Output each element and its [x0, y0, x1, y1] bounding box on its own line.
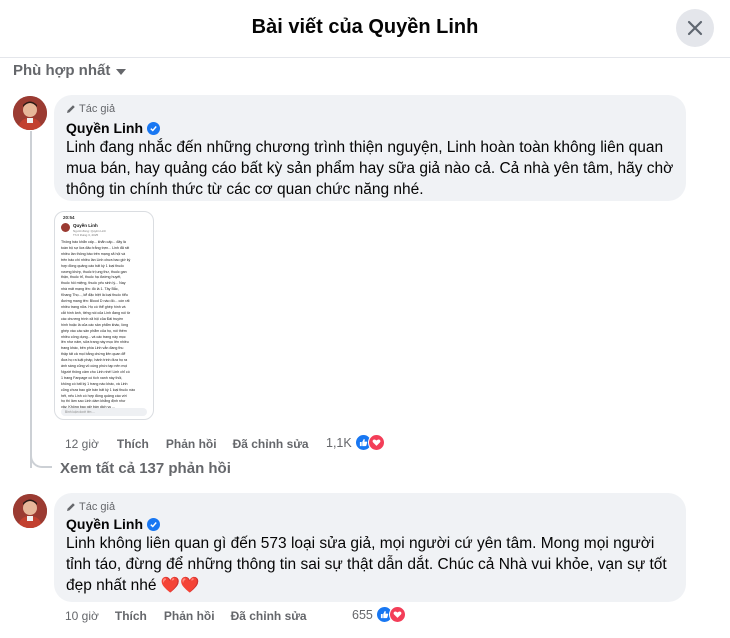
pencil-icon [67, 503, 75, 511]
verified-badge-icon [147, 517, 160, 531]
author-tag: Tác giả [66, 103, 115, 115]
reaction-count: 655 [352, 607, 373, 622]
comment-line: thông tin chính thức từ các cơ quan chức… [66, 181, 424, 198]
author-tag-label: Tác giả [79, 103, 116, 115]
verified-badge-icon [147, 121, 160, 135]
close-icon [687, 20, 703, 36]
comment-actions: 12 giờ Thích Phản hồi Đã chỉnh sửa [65, 437, 309, 451]
comment-actions: 10 giờ Thích Phản hồi Đã chỉnh sửa [65, 609, 307, 623]
edited-label[interactable]: Đã chỉnh sửa [233, 437, 309, 451]
like-button[interactable]: Thích [117, 437, 149, 451]
avatar[interactable] [13, 96, 47, 130]
reaction-summary[interactable]: 655 [352, 606, 406, 623]
comment-bubble: Tác giả Quyền Linh Linh đang nhắc đến nh… [54, 95, 686, 201]
reaction-count: 1,1K [326, 435, 352, 450]
reply-button[interactable]: Phản hồi [166, 437, 217, 451]
author-tag: Tác giả [66, 501, 115, 513]
heart-icon [388, 606, 406, 623]
reply-button[interactable]: Phản hồi [164, 609, 215, 623]
comment-time[interactable]: 10 giờ [65, 609, 99, 623]
close-button[interactable] [676, 9, 714, 47]
attachment-time: 20:54 [63, 215, 75, 220]
heart-icon [367, 434, 385, 451]
attached-image[interactable]: 20:54 Quyền Linh Người đóng: Quyền Linh … [54, 211, 154, 420]
comment-line: mua bán, hay quảng cáo bất kỳ sản phẩm h… [66, 160, 674, 177]
edited-label[interactable]: Đã chỉnh sửa [231, 609, 307, 623]
dialog-header: Bài viết của Quyền Linh [0, 0, 730, 58]
comment-time[interactable]: 12 giờ [65, 437, 99, 451]
dialog-title: Bài viết của Quyền Linh [251, 16, 479, 38]
comment-line: tỉnh táo, đừng để những thông tin sai sự… [66, 556, 667, 573]
author-name[interactable]: Quyền Linh [66, 120, 160, 136]
author-name[interactable]: Quyền Linh [66, 516, 160, 532]
pencil-icon [67, 105, 75, 113]
attachment-avatar [61, 223, 70, 232]
reaction-summary[interactable]: 1,1K [326, 434, 385, 451]
comment-line: Linh đang nhắc đến những chương trình th… [66, 139, 664, 156]
reaction-icons [354, 434, 385, 451]
attachment-body: Thông báo khẩn cấp... khẩn cấp... đây là… [61, 240, 151, 411]
comment-bubble: Tác giả Quyền Linh Linh không liên quan … [54, 493, 686, 602]
attachment-footer: Bình luận dưới tên ... [61, 408, 147, 416]
comment-line: Linh không liên quan gì đến 573 loại sửa… [66, 535, 655, 552]
attachment-date: Th 6 tháng 3, 2025 [73, 233, 99, 237]
author-name-text: Quyền Linh [66, 516, 143, 532]
sort-dropdown[interactable]: Phù hợp nhất [13, 62, 127, 79]
comment-text: Linh đang nhắc đến những chương trình th… [66, 137, 673, 200]
author-tag-label: Tác giả [79, 501, 116, 513]
reaction-icons [375, 606, 406, 623]
author-name-text: Quyền Linh [66, 120, 143, 136]
comment-text: Linh không liên quan gì đến 573 loại sửa… [66, 533, 667, 596]
thread-connector [30, 448, 52, 468]
caret-down-icon [116, 68, 127, 75]
like-button[interactable]: Thích [115, 609, 147, 623]
sort-label: Phù hợp nhất [13, 62, 111, 79]
attachment-name: Quyền Linh [73, 223, 98, 228]
view-all-replies-link[interactable]: Xem tất cả 137 phản hồi [60, 460, 231, 477]
avatar[interactable] [13, 494, 47, 528]
thread-line [30, 131, 32, 468]
comment-line: đẹp nhất nhé ❤️❤️ [66, 577, 200, 594]
